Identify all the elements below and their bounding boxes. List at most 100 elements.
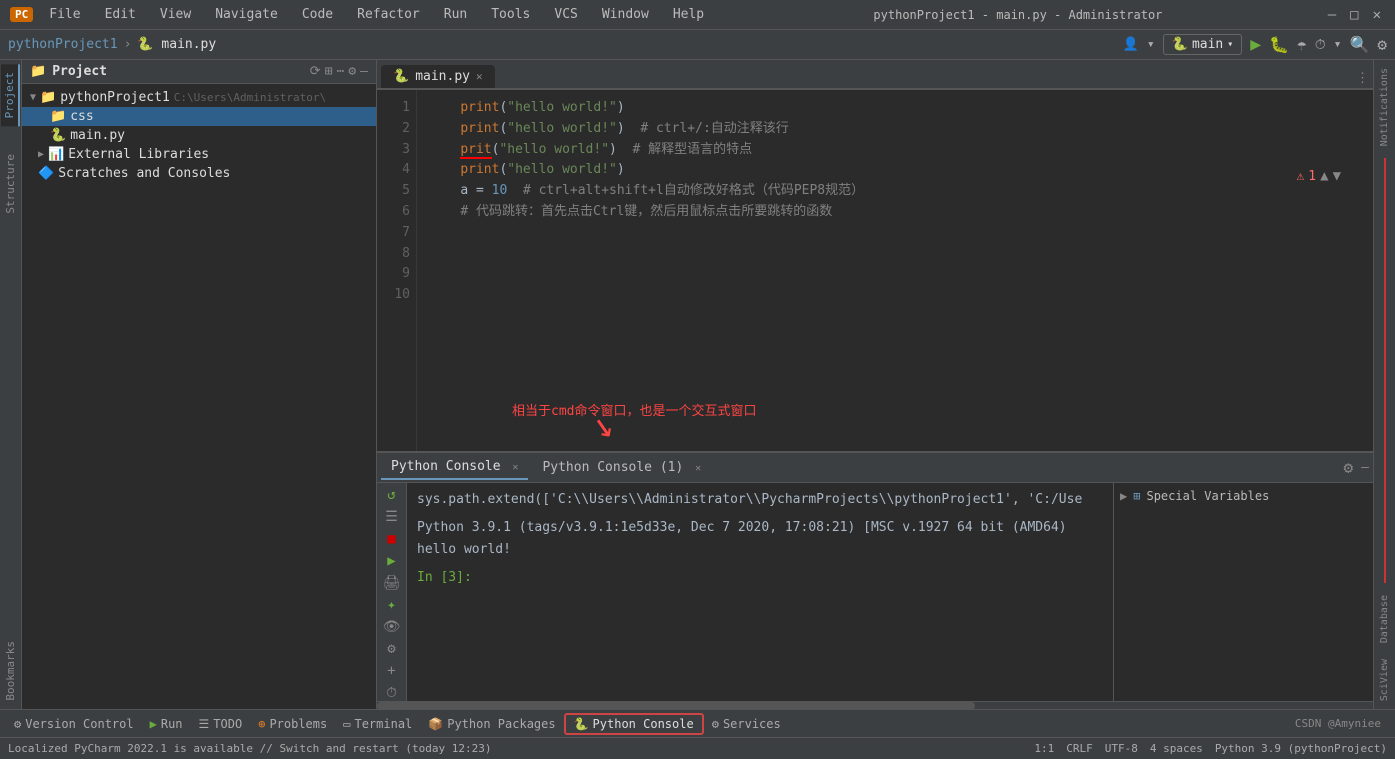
menu-code[interactable]: Code	[294, 5, 341, 24]
code-line-8: a = 10 # ctrl+alt+shift+l自动修改好格式（代码PEP8规…	[429, 181, 1361, 202]
settings-button[interactable]: ⚙	[1377, 35, 1387, 54]
add-icon[interactable]: +	[387, 663, 395, 679]
console-horizontal-scrollbar[interactable]	[377, 701, 1373, 709]
list-icon[interactable]: ☰	[385, 509, 398, 525]
menu-run[interactable]: Run	[436, 5, 475, 24]
print-icon[interactable]: 🖨	[383, 575, 401, 591]
settings-icon[interactable]: ⚙	[348, 64, 356, 79]
console-output-line: hello world!	[417, 539, 1095, 561]
menu-help[interactable]: Help	[665, 5, 712, 24]
console-tab-python[interactable]: Python Console ✕	[381, 455, 528, 480]
tree-item-root[interactable]: ▼ 📁 pythonProject1 C:\Users\Administrato…	[22, 88, 376, 107]
debug-button[interactable]: 🐛	[1269, 35, 1289, 54]
code-editor[interactable]: 1 2 3 4 5 6 7 8 9 10 print("hello world!…	[377, 90, 1373, 451]
sync-icon[interactable]: ⟳	[310, 64, 321, 79]
vars-grid-icon: ⊞	[1133, 489, 1140, 503]
more-run-options[interactable]: ▾	[1334, 37, 1342, 52]
tab-close-icon[interactable]: ✕	[476, 70, 483, 83]
error-indicator: ⚠ 1 ▲ ▼	[1296, 168, 1341, 184]
bottom-toolbar: ⚙ Version Control ▶ Run ☰ TODO ⊕ Problem…	[0, 709, 1395, 737]
packages-icon: 📦	[428, 717, 443, 731]
menu-file[interactable]: File	[41, 5, 88, 24]
project-panel: 📁 Project ⟳ ⊞ ⋯ ⚙ — ▼ 📁 pythonProject1 C…	[22, 60, 377, 709]
minimize-panel-icon[interactable]: —	[360, 64, 368, 79]
console-scrollbar[interactable]	[1105, 483, 1113, 701]
encoding[interactable]: UTF-8	[1105, 742, 1138, 755]
database-panel-button[interactable]: Database	[1377, 587, 1392, 651]
menu-refactor[interactable]: Refactor	[349, 5, 428, 24]
expand-icon[interactable]: ▶	[1120, 489, 1127, 503]
tree-item-scratches[interactable]: 🔷 Scratches and Consoles	[22, 164, 376, 183]
console-prompt[interactable]: In [3]:	[417, 567, 1095, 589]
menu-tools[interactable]: Tools	[483, 5, 538, 24]
indent[interactable]: 4 spaces	[1150, 742, 1203, 755]
folder-icon: 📁	[40, 90, 56, 105]
user-icon[interactable]: 👤 ▾	[1123, 37, 1155, 52]
toolbar-python-packages[interactable]: 📦 Python Packages	[420, 715, 563, 733]
console-tab-python-1[interactable]: Python Console (1) ✕	[532, 456, 711, 479]
scroll-up-icon[interactable]: ▲	[1320, 168, 1328, 184]
menu-vcs[interactable]: VCS	[546, 5, 585, 24]
project-title: Project	[52, 64, 107, 79]
collapse-icon[interactable]: ⊞	[325, 64, 333, 79]
console-settings-icon[interactable]: ⚙	[1344, 458, 1354, 477]
folder-icon: 📁	[50, 109, 66, 124]
toolbar-problems[interactable]: ⊕ Problems	[250, 715, 335, 733]
folder-icon: 📁	[30, 64, 46, 79]
console-minimize-icon[interactable]: —	[1361, 460, 1369, 475]
python-version[interactable]: Python 3.9 (pythonProject)	[1215, 742, 1387, 755]
toolbar-python-console[interactable]: 🐍 Python Console	[564, 713, 704, 735]
run-config-dropdown[interactable]: 🐍 main ▾	[1163, 34, 1243, 55]
run-icon: ▶	[150, 717, 157, 731]
coverage-button[interactable]: ☂	[1297, 35, 1307, 54]
toolbar-todo[interactable]: ☰ TODO	[191, 715, 251, 733]
toolbar-run[interactable]: ▶ Run	[142, 715, 191, 733]
profile-button[interactable]: ⏱	[1315, 37, 1326, 53]
breadcrumb-file[interactable]: 🐍 main.py	[137, 37, 216, 52]
notifications-panel-button[interactable]: Notifications	[1377, 60, 1392, 154]
close-button[interactable]: ✕	[1369, 7, 1385, 23]
rerun-icon[interactable]: ↺	[387, 487, 395, 503]
menu-edit[interactable]: Edit	[97, 5, 144, 24]
menu-navigate[interactable]: Navigate	[207, 5, 286, 24]
line-ending[interactable]: CRLF	[1066, 742, 1093, 755]
bookmarks-tool-button[interactable]: Bookmarks	[2, 633, 19, 709]
toolbar-version-control[interactable]: ⚙ Version Control	[6, 715, 142, 733]
console-tab-1-close-icon[interactable]: ✕	[695, 463, 701, 474]
tab-options-icon[interactable]: ⋮	[1356, 71, 1369, 86]
csdn-label: CSDN @Amyniee	[1287, 717, 1389, 730]
tab-bar: 🐍 main.py ✕ ⋮	[377, 60, 1373, 90]
hide-icon[interactable]: ⋯	[337, 64, 345, 79]
run-button[interactable]: ▶	[1250, 34, 1261, 55]
tree-item-mainpy[interactable]: 🐍 main.py	[22, 126, 376, 145]
minimize-button[interactable]: —	[1324, 7, 1340, 23]
code-content[interactable]: print("hello world!") print("hello world…	[417, 90, 1373, 451]
breadcrumb-project[interactable]: pythonProject1	[8, 37, 118, 52]
services-icon: ⚙	[712, 717, 719, 731]
clock-icon[interactable]: ⏱	[386, 685, 397, 701]
console-tab-close-icon[interactable]: ✕	[512, 462, 518, 473]
menu-view[interactable]: View	[152, 5, 199, 24]
menu-window[interactable]: Window	[594, 5, 657, 24]
code-line-1: print("hello world!")	[429, 98, 1361, 119]
console-run-icon[interactable]: ▶	[387, 553, 395, 569]
toolbar-terminal[interactable]: ▭ Terminal	[335, 715, 420, 733]
settings2-icon[interactable]: ⚙	[387, 641, 395, 657]
maximize-button[interactable]: □	[1346, 7, 1362, 23]
search-everywhere-button[interactable]: 🔍	[1349, 35, 1369, 54]
stop-icon[interactable]: ■	[387, 531, 395, 547]
console-text-area[interactable]: sys.path.extend(['C:\\Users\\Administrat…	[407, 483, 1105, 701]
project-tool-button[interactable]: Project	[1, 64, 20, 126]
tree-item-external-libs[interactable]: ▶ 📊 External Libraries	[22, 145, 376, 164]
special-variables-panel: ▶ ⊞ Special Variables	[1113, 483, 1373, 701]
structure-tool-button[interactable]: Structure	[2, 146, 19, 222]
console-left-strip: ↺ ☰ ■ ▶ 🖨 ✦ 👁 ⚙ + ⏱	[377, 483, 407, 701]
eye-icon[interactable]: 👁	[383, 619, 401, 635]
sciview-panel-button[interactable]: SciView	[1377, 651, 1392, 709]
star-icon[interactable]: ✦	[387, 597, 395, 613]
tree-item-css[interactable]: 📁 css	[22, 107, 376, 126]
toolbar-services[interactable]: ⚙ Services	[704, 715, 789, 733]
editor-area: 🐍 main.py ✕ ⋮ 1 2 3 4 5	[377, 60, 1373, 451]
editor-tab-mainpy[interactable]: 🐍 main.py ✕	[381, 65, 495, 88]
scroll-down-icon[interactable]: ▼	[1333, 168, 1341, 184]
